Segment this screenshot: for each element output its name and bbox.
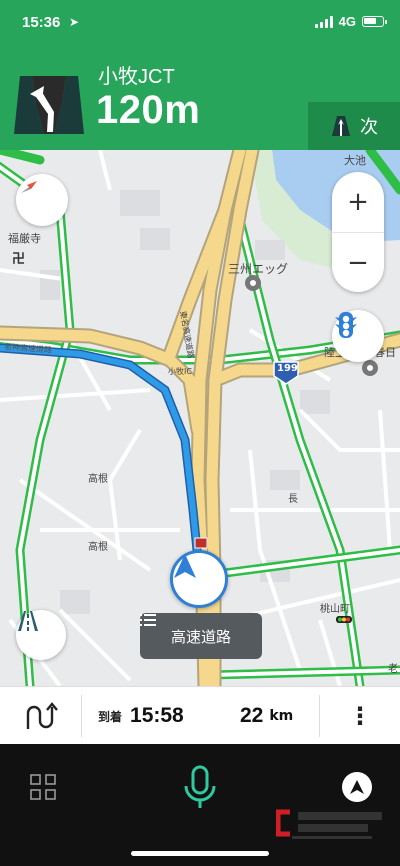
temple-icon: 卍 <box>12 252 26 267</box>
signal-icon <box>314 15 333 28</box>
zoom-out-button[interactable]: − <box>332 232 384 293</box>
navigation-mode-button[interactable] <box>342 772 372 802</box>
map-label-temple: 福厳寺 <box>8 232 41 245</box>
location-arrow-icon: ➤ <box>69 15 80 29</box>
zoom-in-button[interactable]: + <box>332 172 384 232</box>
navigation-arrow-icon <box>350 780 364 794</box>
microphone-icon <box>184 765 216 808</box>
map-label-factory: 三州エッグ <box>228 262 289 276</box>
compass-button[interactable] <box>16 174 68 226</box>
reroute-button[interactable] <box>22 687 58 745</box>
bottom-bar <box>0 744 400 866</box>
grid-icon <box>30 774 56 800</box>
distance-unit: km <box>269 708 294 724</box>
status-bar: 15:36 ➤ 4G <box>0 0 400 48</box>
distance-value: 22 <box>240 704 264 727</box>
zoom-control: + − <box>332 172 384 292</box>
highway-view-button[interactable] <box>16 610 66 660</box>
map-label-komaki-ic: 小牧IC <box>168 367 192 376</box>
route-info-bar: 到着 15:58 22 km ⋮ <box>0 686 400 745</box>
home-indicator <box>131 851 269 856</box>
next-label: 次 <box>360 117 378 138</box>
more-menu-button[interactable]: ⋮ <box>348 687 372 745</box>
navigation-arrow-icon <box>174 554 196 578</box>
menu-grid-button[interactable] <box>30 774 56 800</box>
arrival-info: 到着 15:58 <box>98 687 184 745</box>
status-right: 4G <box>314 14 387 29</box>
route-shield-number: 199 <box>277 363 298 374</box>
compass-icon <box>21 181 37 193</box>
next-maneuver-button[interactable]: 次 <box>308 102 400 150</box>
list-icon <box>140 614 156 626</box>
highway-list-button[interactable]: 高速道路 <box>140 613 262 659</box>
traffic-info-button[interactable] <box>332 310 384 362</box>
map-label-hase: 長 <box>288 494 298 505</box>
map-label-takane1: 高根 <box>88 474 108 485</box>
map-view[interactable]: 福厳寺 卍 三州エッグ 199 大池 陸上 春日 高根 高根 桃山町 東名高速道… <box>0 150 400 686</box>
info-divider <box>319 695 320 737</box>
reroute-icon <box>26 702 58 729</box>
junction-name: 小牧JCT <box>98 66 175 88</box>
voice-input-button[interactable] <box>180 764 220 812</box>
info-divider <box>81 695 82 737</box>
current-position-marker <box>170 550 228 608</box>
map-label-lake: 大池 <box>344 154 366 167</box>
network-type: 4G <box>338 14 356 29</box>
status-time: 15:36 <box>22 14 61 31</box>
arrival-time: 15:58 <box>130 704 184 727</box>
arrival-label: 到着 <box>98 709 123 724</box>
guidance-panel[interactable]: 小牧JCT 120m 次 <box>0 48 400 150</box>
watermark-logo <box>276 809 382 839</box>
map-label-momoyama: 桃山町 <box>320 604 350 615</box>
next-lane-icon <box>332 116 350 136</box>
distance-to-junction: 120m <box>96 88 201 132</box>
highway-pill-label: 高速道路 <box>170 627 231 646</box>
battery-icon <box>362 16 387 27</box>
traffic-light-icon <box>335 312 357 338</box>
junction-lane-icon <box>14 76 84 134</box>
map-label-ro: 老 <box>388 664 398 675</box>
highway-lane-icon <box>18 611 38 631</box>
remaining-distance: 22 km <box>240 687 293 745</box>
map-label-takane2: 高根 <box>88 542 108 553</box>
